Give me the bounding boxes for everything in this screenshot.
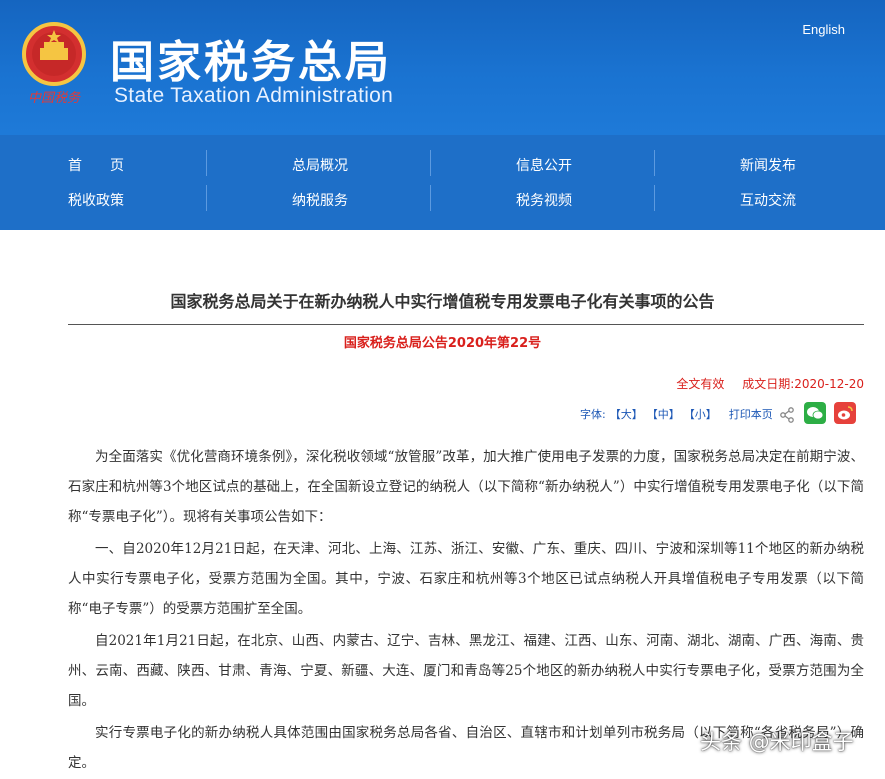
watermark-text: 头条 @米印盒子 — [700, 730, 854, 754]
english-link[interactable]: English — [802, 22, 845, 37]
nav-divider — [430, 150, 431, 176]
header-banner: 中国税务 国家税务总局 State Taxation Administratio… — [0, 0, 885, 135]
nav-overview[interactable]: 总局概况 — [292, 155, 348, 175]
font-size-small[interactable]: 【小】 — [684, 406, 717, 422]
nav-home[interactable]: 首 页 — [68, 155, 124, 175]
article-title: 国家税务总局关于在新办纳税人中实行增值税专用发票电子化有关事项的公告 — [170, 292, 715, 311]
article-tools: 字体: 【大】 【中】 【小】 打印本页 — [580, 402, 773, 426]
font-size-label: 字体: — [580, 408, 606, 421]
nav-info-disclosure[interactable]: 信息公开 — [516, 155, 572, 175]
validity-status: 全文有效 — [676, 377, 725, 391]
nav-interaction[interactable]: 互动交流 — [740, 190, 796, 210]
font-size-large[interactable]: 【大】 — [610, 406, 643, 422]
national-emblem-icon: 中国税务 — [22, 22, 86, 106]
nav-divider — [654, 185, 655, 211]
wechat-share-icon[interactable] — [804, 402, 826, 424]
main-nav: 首 页 总局概况 信息公开 新闻发布 税收政策 纳税服务 税务视频 互动交流 — [0, 135, 885, 230]
weibo-share-icon[interactable] — [834, 402, 856, 424]
site-subtitle: State Taxation Administration — [114, 84, 394, 107]
paragraph: 为全面落实《优化营商环境条例》，深化税收领域“放管服”改革，加大推广使用电子发票… — [68, 449, 864, 525]
nav-news[interactable]: 新闻发布 — [740, 155, 796, 175]
nav-divider — [206, 150, 207, 176]
font-size-medium[interactable]: 【中】 — [647, 406, 680, 422]
share-icon[interactable] — [779, 407, 795, 423]
print-button[interactable]: 打印本页 — [729, 406, 773, 422]
nav-tax-video[interactable]: 税务视频 — [516, 190, 572, 210]
document-number: 国家税务总局公告2020年第22号 — [343, 336, 542, 351]
nav-taxpayer-service[interactable]: 纳税服务 — [292, 190, 348, 210]
title-divider — [68, 324, 864, 325]
svg-text:中国税务: 中国税务 — [28, 91, 81, 106]
nav-divider — [430, 185, 431, 211]
issue-date: 成文日期:2020-12-20 — [742, 377, 864, 391]
paragraph: 一、自2020年12月21日起，在天津、河北、上海、江苏、浙江、安徽、广东、重庆… — [68, 541, 864, 617]
nav-divider — [654, 150, 655, 176]
nav-tax-policy[interactable]: 税收政策 — [68, 190, 124, 210]
paragraph: 自2021年1月21日起，在北京、山西、内蒙古、辽宁、吉林、黑龙江、福建、江西、… — [68, 633, 864, 709]
site-title: 国家税务总局 — [110, 37, 392, 88]
article-meta: 全文有效 成文日期:2020-12-20 — [676, 375, 864, 392]
nav-divider — [206, 185, 207, 211]
